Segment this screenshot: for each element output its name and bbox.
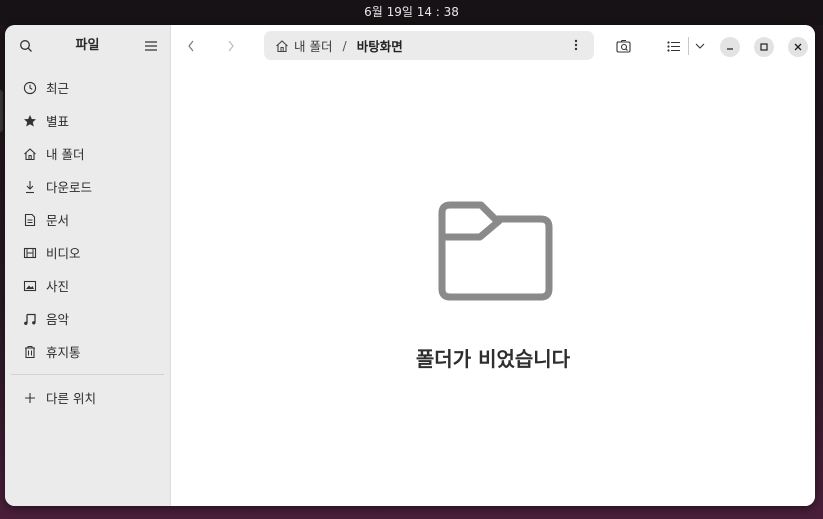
- path-bar: 내 폴더 / 바탕화면: [264, 31, 594, 60]
- music-icon: [22, 311, 38, 327]
- search-folder-icon: [616, 39, 631, 53]
- sidebar-item-downloads[interactable]: 다운로드: [5, 170, 170, 203]
- sidebar-item-home[interactable]: 내 폴더: [5, 137, 170, 170]
- close-icon: [794, 43, 802, 51]
- top-bar: 6월 19일 14 : 38: [0, 0, 823, 25]
- clock-icon: [22, 80, 38, 96]
- trash-icon: [22, 344, 38, 360]
- sidebar-divider: [11, 374, 164, 375]
- view-mode-button[interactable]: [664, 35, 682, 57]
- picture-icon: [22, 278, 38, 294]
- sidebar-item-label: 휴지통: [46, 345, 81, 360]
- video-icon: [22, 245, 38, 261]
- empty-folder-message: 폴더가 비었습니다: [415, 347, 571, 371]
- toolbar-divider: [688, 37, 689, 55]
- clock[interactable]: 6월 19일 14 : 38: [364, 5, 459, 19]
- sidebar-item-starred[interactable]: 별표: [5, 104, 170, 137]
- path-segment-current[interactable]: 바탕화면: [357, 36, 403, 55]
- home-icon: [275, 39, 289, 53]
- sidebar-item-documents[interactable]: 문서: [5, 203, 170, 236]
- minimize-button[interactable]: [720, 37, 740, 57]
- plus-icon: [22, 390, 38, 406]
- download-icon: [22, 179, 38, 195]
- minimize-icon: [727, 48, 733, 50]
- sidebar-item-label: 내 폴더: [46, 147, 85, 162]
- main-menu-button[interactable]: [140, 35, 162, 57]
- chevron-right-icon: [228, 40, 234, 52]
- sidebar-item-label: 사진: [46, 279, 70, 294]
- chevron-left-icon: [188, 40, 194, 52]
- sidebar-item-videos[interactable]: 비디오: [5, 236, 170, 269]
- kebab-menu-icon: [574, 39, 578, 51]
- path-separator: /: [342, 38, 347, 53]
- view-options-button[interactable]: [691, 35, 709, 57]
- path-segment-home[interactable]: 내 폴더: [294, 36, 332, 55]
- sidebar-item-label: 최근: [46, 81, 70, 96]
- back-button[interactable]: [180, 35, 202, 57]
- dock-edge: [0, 90, 3, 132]
- places-list: 최근 별표 내 폴더 다운로드 문서 비디오 사진 음악 휴지통: [5, 71, 170, 368]
- main-content: 내 폴더 / 바탕화면 폴더가 비었습니다: [171, 25, 815, 506]
- sidebar-item-label: 다운로드: [46, 180, 93, 195]
- sidebar-item-pictures[interactable]: 사진: [5, 269, 170, 302]
- sidebar: 파일 최근 별표 내 폴더 다운로드 문서 비디오 사진 음악 휴지통 다른 위…: [5, 25, 171, 506]
- maximize-button[interactable]: [754, 37, 774, 57]
- sidebar-item-other-locations[interactable]: 다른 위치: [5, 381, 170, 414]
- sidebar-item-label: 비디오: [46, 246, 81, 261]
- forward-button[interactable]: [220, 35, 242, 57]
- empty-folder-icon: [438, 201, 553, 301]
- chevron-down-icon: [695, 43, 705, 49]
- sidebar-item-label: 음악: [46, 312, 70, 327]
- search-files-button[interactable]: [613, 35, 635, 57]
- sidebar-item-music[interactable]: 음악: [5, 302, 170, 335]
- sidebar-item-label: 문서: [46, 213, 70, 228]
- document-icon: [22, 212, 38, 228]
- maximize-icon: [760, 43, 768, 51]
- list-view-icon: [666, 40, 680, 52]
- sidebar-item-recent[interactable]: 최근: [5, 71, 170, 104]
- sidebar-item-label: 다른 위치: [46, 391, 96, 406]
- file-manager-window: 파일 최근 별표 내 폴더 다운로드 문서 비디오 사진 음악 휴지통 다른 위…: [5, 25, 815, 506]
- home-icon: [22, 146, 38, 162]
- path-menu-button[interactable]: [568, 37, 584, 53]
- sidebar-item-trash[interactable]: 휴지통: [5, 335, 170, 368]
- close-button[interactable]: [788, 37, 808, 57]
- hamburger-menu-icon: [145, 41, 157, 51]
- star-icon: [22, 113, 38, 129]
- sidebar-header: 파일: [5, 25, 170, 67]
- sidebar-item-label: 별표: [46, 114, 70, 129]
